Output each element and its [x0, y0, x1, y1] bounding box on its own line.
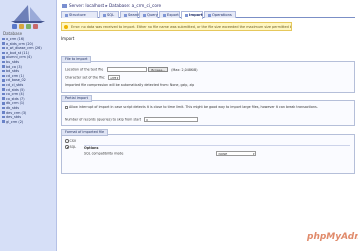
sidebar-db-label: bu_stds: [6, 59, 20, 64]
partial-import-section: Partial import Allow interrupt of import…: [61, 95, 355, 126]
tab-structure[interactable]: Structure: [61, 11, 98, 18]
format-option-sql[interactable]: SQL: [65, 145, 76, 150]
database-icon: [2, 42, 5, 45]
database-icon: [2, 115, 5, 119]
database-icon: [2, 56, 5, 59]
home-icons: [12, 24, 46, 30]
sidebar-db-label: cd_cl_stds: [6, 82, 24, 87]
search-icon: [124, 13, 127, 17]
tab-sql[interactable]: SQL: [99, 11, 119, 18]
sql-window-icon[interactable]: [19, 24, 24, 29]
browse-button[interactable]: Browse...: [148, 67, 169, 72]
compat-row: SQL compatibility mode NONE: [84, 151, 350, 157]
export-icon: [163, 13, 166, 17]
tab-operations[interactable]: Operations: [204, 11, 236, 18]
database-icon: [2, 51, 5, 55]
database-icon: [2, 102, 5, 105]
compression-note: Imported file compression will be automa…: [65, 83, 195, 87]
sidebar-db-label: a_crm (16): [6, 37, 25, 41]
sql-radio[interactable]: [65, 145, 69, 149]
sidebar-db-label: co_crm (4): [6, 92, 25, 97]
sidebar-db-label: cd_base_02: [6, 78, 26, 83]
navigation-panel: Database a_crm (16) a_stds_crm (20) a_wl_d…: [0, 0, 57, 251]
error-notice: Error: no data was received to import. E…: [61, 22, 292, 31]
home-icon[interactable]: [12, 24, 17, 29]
compat-mode-select[interactable]: NONE: [216, 151, 257, 156]
max-size-note: (Max: 2,048KiB): [171, 67, 198, 72]
warning-icon: [64, 25, 68, 29]
database-icon: [2, 88, 5, 91]
charset-select[interactable]: utf8: [108, 75, 121, 80]
sidebar-db-item[interactable]: gl_crm (2): [2, 120, 56, 125]
skip-queries-input[interactable]: 0: [144, 117, 199, 122]
main-panel: Server: localhost ▸ Database: a_crm_ci_c…: [58, 0, 358, 251]
database-icon: [2, 37, 5, 41]
sidebar-db-label: co_stds (7): [6, 96, 25, 101]
database-icon: [2, 97, 5, 100]
database-list: a_crm (16) a_stds_crm (20) a_wl_dbase_crm …: [2, 37, 56, 124]
format-section: Format of imported file CSV SQL Options …: [61, 129, 355, 174]
help-icon[interactable]: [33, 24, 38, 29]
allow-interrupt-row: Allow interrupt of import in case script…: [65, 105, 353, 109]
allow-interrupt-checkbox[interactable]: [65, 105, 68, 109]
sidebar-db-label: bd_ca (3): [6, 64, 22, 69]
database-icon: [2, 60, 5, 64]
csv-radio[interactable]: [65, 139, 69, 143]
database-icon: [2, 106, 5, 110]
database-icon: [2, 65, 5, 68]
operations-icon: [208, 13, 211, 17]
import-icon: [185, 13, 188, 17]
structure-icon: [65, 13, 68, 17]
phpmyadmin-logo[interactable]: [8, 3, 48, 23]
database-label: Database: [3, 31, 23, 36]
sidebar-db-label: a_stds_crm (20): [6, 41, 34, 46]
database-icon: [2, 46, 5, 50]
database-icon: [2, 111, 5, 114]
sidebar-db-label: db_stds: [6, 105, 20, 110]
sql-icon: [103, 13, 106, 17]
tab-query[interactable]: Query: [139, 11, 158, 18]
tab-import[interactable]: Import: [181, 11, 203, 19]
notice-text: Error: no data was received to import. E…: [71, 25, 291, 29]
sidebar-db-label: cd_crm (1): [6, 73, 25, 78]
tab-export[interactable]: Export: [159, 11, 180, 18]
query-icon: [143, 13, 146, 17]
database-selector[interactable]: Database: [3, 31, 53, 36]
breadcrumb: Server: localhost ▸ Database: a_crm_ci_c…: [62, 2, 161, 9]
sidebar-db-label: dev_crm (3): [6, 110, 27, 115]
database-icon: [2, 69, 5, 73]
format-option-csv[interactable]: CSV: [65, 139, 76, 144]
sidebar-db-label: dev_stds: [6, 115, 21, 120]
file-to-import-section: File to import Location of the text file…: [61, 56, 355, 93]
file-to-import-legend: File to import: [61, 56, 92, 63]
charset-row: Character set of the file: utf8: [65, 75, 121, 81]
database-icon: [2, 79, 5, 82]
tab-search[interactable]: Search: [120, 11, 140, 18]
sidebar-db-label: gl_crm (2): [6, 119, 24, 124]
database-icon: [2, 74, 5, 77]
database-icon: [2, 83, 5, 87]
database-icon: [2, 92, 5, 96]
server-path[interactable]: Server: localhost ▸ Database: a_crm_ci_c…: [69, 3, 161, 8]
sidebar-db-label: alumni_crm (4): [6, 55, 32, 60]
database-icon: [2, 120, 5, 123]
sidebar-db-label: a_bud_st (11): [6, 50, 30, 55]
file-path-input[interactable]: [107, 67, 148, 72]
file-location-row: Location of the text file Browse... (Max…: [65, 67, 198, 72]
sidebar-db-label: a_wl_dbase_crm (26): [6, 46, 42, 51]
options-box: Options SQL compatibility mode NONE: [84, 145, 350, 165]
page-title: Import: [61, 36, 75, 41]
format-legend: Format of imported file: [61, 129, 109, 136]
server-icon: [62, 4, 67, 8]
docs-icon[interactable]: [26, 24, 31, 29]
phpmyadmin-wordmark: phpMyAdmin: [307, 232, 358, 242]
sidebar-db-label: bd_stds: [6, 69, 20, 74]
partial-import-legend: Partial import: [61, 95, 92, 102]
sidebar-db-label: cd_stds (5): [6, 87, 25, 92]
tab-bar: Structure SQL Search Query Export Import…: [61, 10, 355, 19]
sidebar-db-label: db_crm (1): [6, 101, 25, 106]
skip-row: Number of records (queries) to skip from…: [65, 117, 199, 123]
